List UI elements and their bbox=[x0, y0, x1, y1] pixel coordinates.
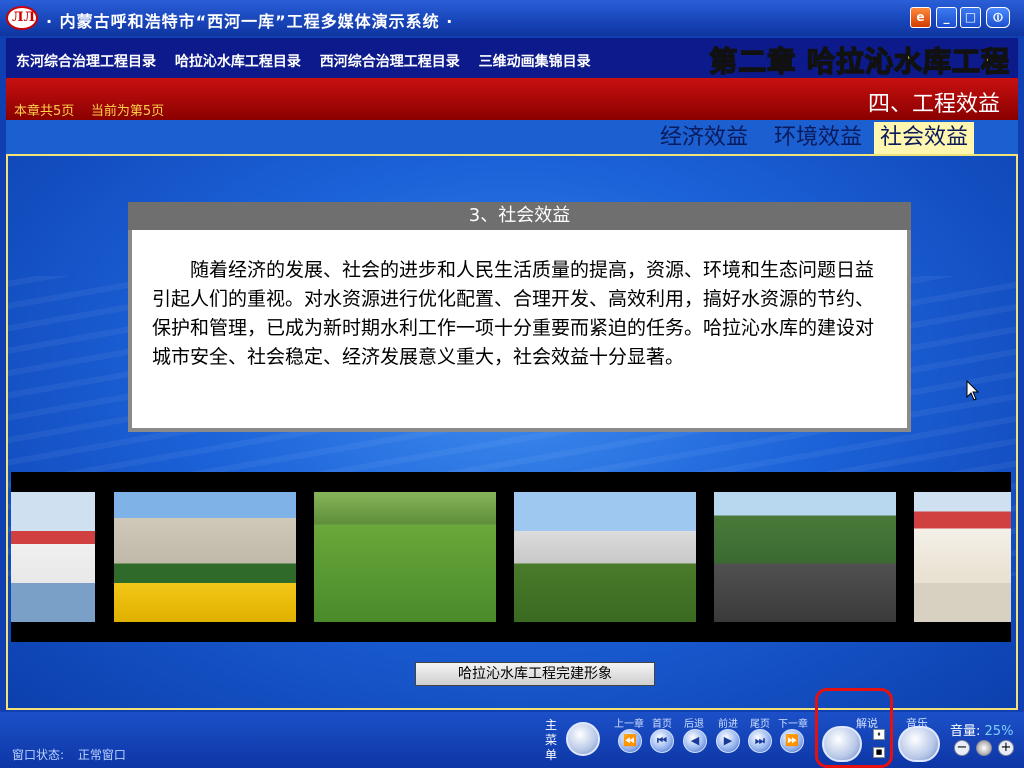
nav-link-3d-animation[interactable]: 三维动画集锦目录 bbox=[479, 54, 591, 70]
building-photo bbox=[11, 492, 95, 622]
back-label: 后退 bbox=[684, 719, 704, 730]
flowers-gate-photo bbox=[114, 492, 296, 622]
narration-highlight-ring bbox=[815, 688, 893, 768]
window-status: 窗口状态: 正常窗口 bbox=[12, 746, 136, 763]
statue-photo bbox=[514, 492, 696, 622]
next-chapter-label: 下一章 bbox=[778, 719, 808, 730]
browser-button[interactable]: e bbox=[910, 7, 931, 28]
maximize-button[interactable]: □ bbox=[960, 7, 981, 28]
forward-button[interactable]: ▶ bbox=[716, 729, 740, 753]
volume-knob-icon[interactable] bbox=[976, 740, 992, 756]
gallery-caption-button[interactable]: 哈拉沁水库工程完建形象 bbox=[415, 662, 655, 686]
pages-total: 本章共5页 bbox=[14, 104, 75, 119]
volume-value: 25% bbox=[984, 724, 1014, 739]
section-header: 本章共5页 当前为第5页 四、工程效益 bbox=[6, 78, 1018, 120]
back-button[interactable]: ◀ bbox=[683, 729, 707, 753]
tab-environmental-benefit[interactable]: 环境效益 bbox=[768, 122, 868, 154]
content-heading: 3、社会效益 bbox=[128, 202, 911, 230]
nav-link-donghe[interactable]: 东河综合治理工程目录 bbox=[16, 54, 156, 70]
tab-economic-benefit[interactable]: 经济效益 bbox=[654, 122, 754, 154]
volume-down-button[interactable]: − bbox=[954, 740, 970, 756]
pages-current: 当前为第5页 bbox=[90, 104, 165, 119]
park-people-photo bbox=[314, 492, 496, 622]
next-chapter-button[interactable]: ⏩ bbox=[780, 729, 804, 753]
power-close-button[interactable]: ⏼ bbox=[986, 7, 1010, 28]
main-menu-label: 主菜单 bbox=[545, 718, 558, 762]
window-title: · 内蒙古呼和浩特市“西河一库”工程多媒体演示系统 · bbox=[46, 12, 454, 31]
volume-readout: 音量: 25% bbox=[950, 720, 1013, 739]
section-title: 四、工程效益 bbox=[867, 92, 1000, 117]
minimize-button[interactable]: _ bbox=[936, 7, 957, 28]
logo-text: ЛЛ bbox=[12, 10, 35, 25]
building-photo-2 bbox=[914, 492, 1011, 622]
main-menu-button[interactable] bbox=[566, 722, 600, 756]
forward-label: 前进 bbox=[718, 719, 738, 730]
title-bar: ЛЛ · 内蒙古呼和浩特市“西河一库”工程多媒体演示系统 · e _ □ ⏼ bbox=[0, 0, 1024, 37]
tab-social-benefit[interactable]: 社会效益 bbox=[874, 122, 975, 154]
music-button[interactable] bbox=[898, 726, 940, 762]
chapter-title: 第二章 哈拉沁水库工程 bbox=[709, 44, 1010, 79]
tab-bar: 经济效益 环境效益 社会效益 bbox=[6, 120, 1018, 154]
last-page-label: 尾页 bbox=[750, 719, 770, 730]
status-value: 正常窗口 bbox=[77, 748, 126, 762]
last-page-button[interactable]: ⏭ bbox=[748, 729, 772, 753]
first-page-label: 首页 bbox=[652, 719, 672, 730]
page-indicator: 本章共5页 当前为第5页 bbox=[14, 100, 164, 119]
content-body: 随着经济的发展、社会的进步和人民生活质量的提高，资源、环境和生态问题日益引起人们… bbox=[128, 230, 911, 432]
status-label: 窗口状态: bbox=[12, 748, 65, 762]
prev-chapter-button[interactable]: ⏪ bbox=[618, 729, 642, 753]
prev-chapter-label: 上一章 bbox=[614, 719, 644, 730]
top-nav: 东河综合治理工程目录 哈拉沁水库工程目录 西河综合治理工程目录 三维动画集锦目录… bbox=[6, 38, 1018, 79]
volume-label: 音量: bbox=[950, 724, 981, 739]
first-page-button[interactable]: ⏮ bbox=[650, 729, 674, 753]
photo-filmstrip bbox=[11, 472, 1011, 642]
app-logo-icon: ЛЛ bbox=[6, 6, 38, 30]
volume-up-button[interactable]: + bbox=[998, 740, 1014, 756]
content-panel: 3、社会效益 随着经济的发展、社会的进步和人民生活质量的提高，资源、环境和生态问… bbox=[128, 202, 911, 434]
mouse-cursor-icon bbox=[966, 380, 980, 401]
nav-link-halaqin[interactable]: 哈拉沁水库工程目录 bbox=[175, 54, 301, 70]
nav-link-xihe[interactable]: 西河综合治理工程目录 bbox=[320, 54, 460, 70]
road-car-photo bbox=[714, 492, 896, 622]
